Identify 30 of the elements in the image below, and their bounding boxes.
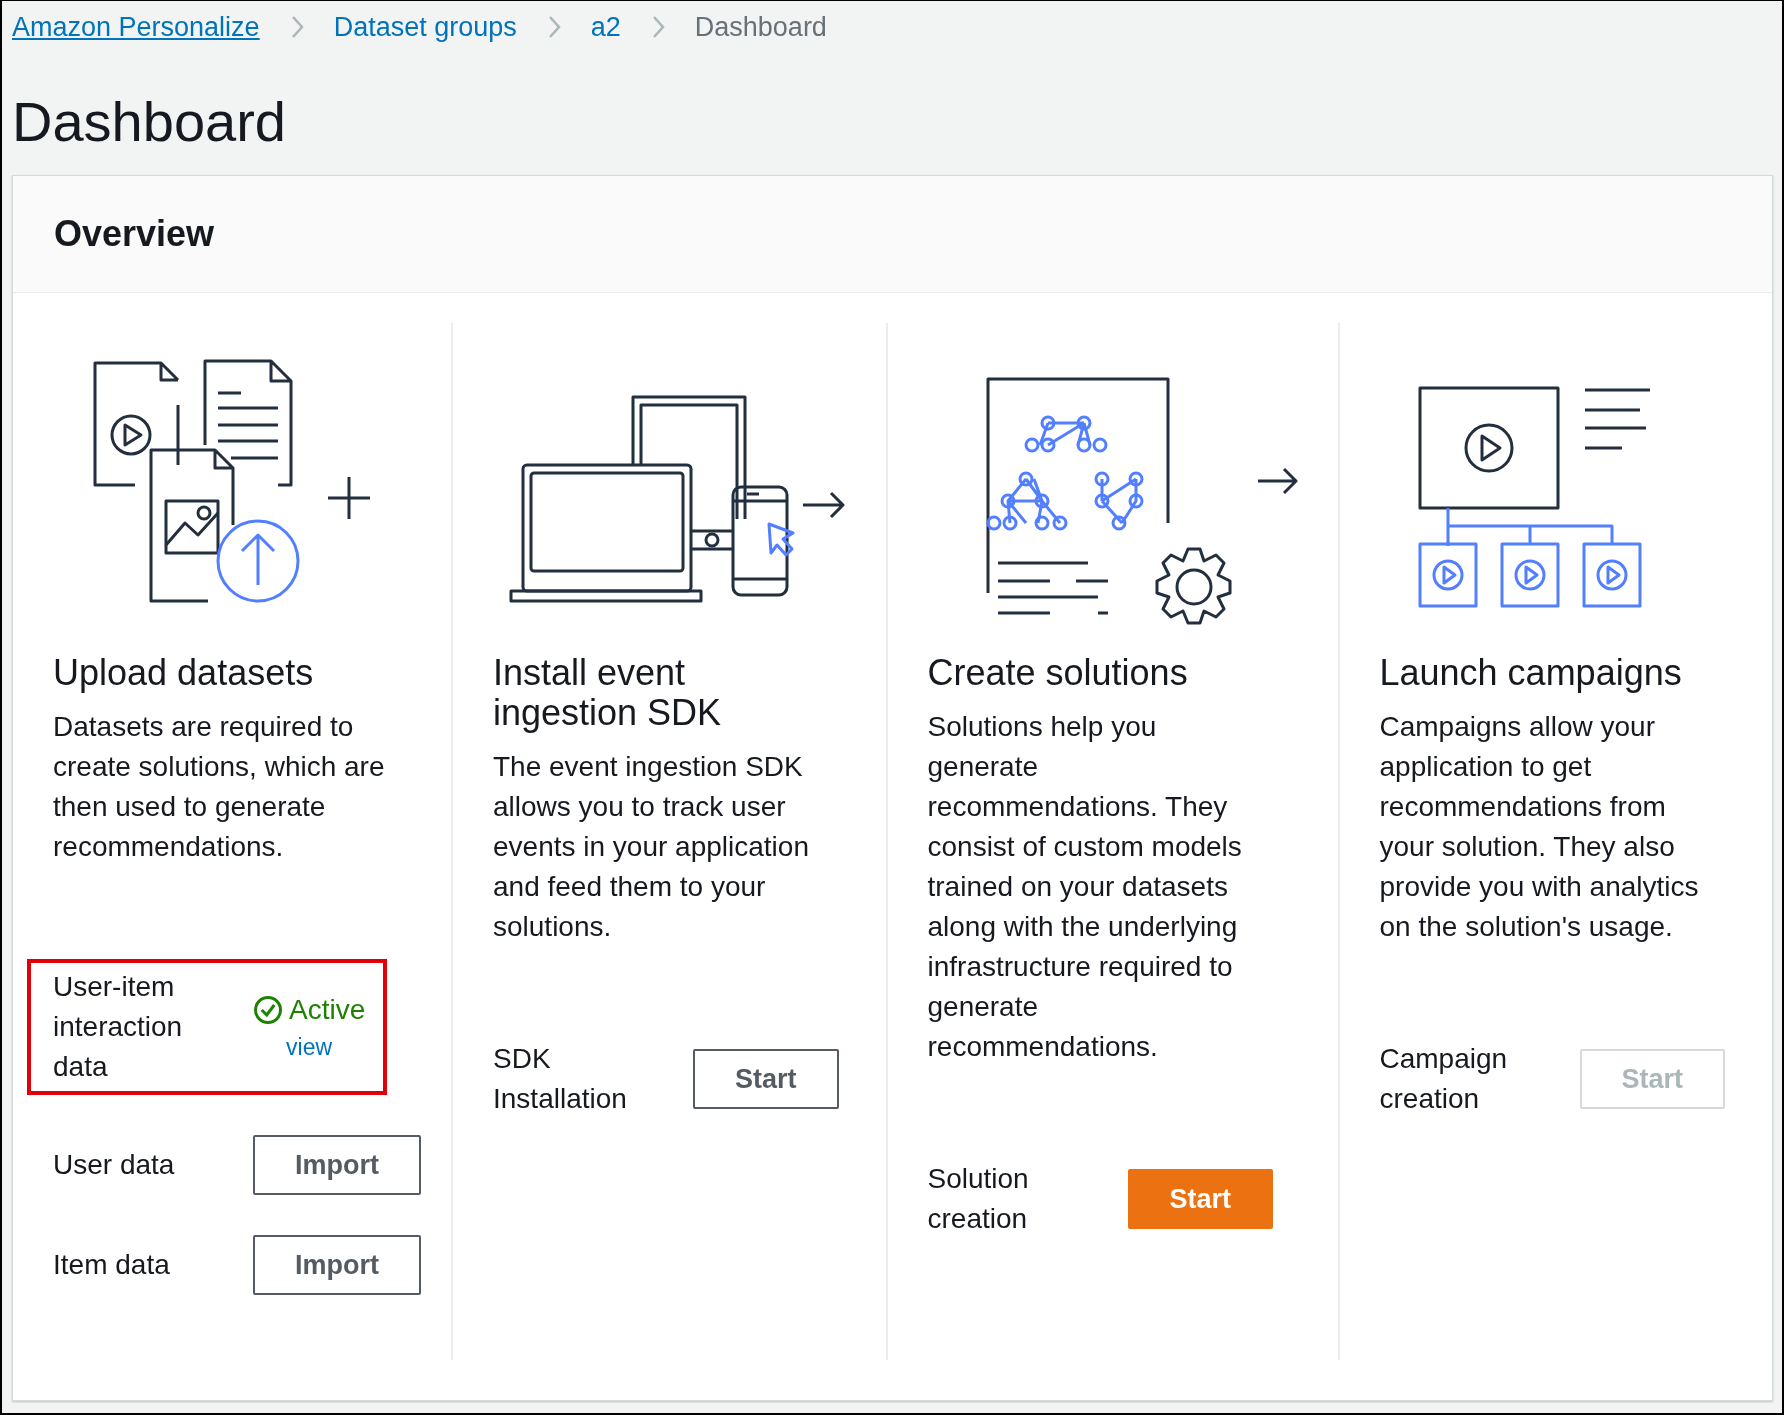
dataset-label: User-item interaction data bbox=[53, 970, 184, 1084]
card-title: Create solutions bbox=[927, 653, 1189, 693]
status-text: Active bbox=[289, 993, 366, 1026]
view-link[interactable]: view bbox=[286, 1033, 333, 1061]
action-button[interactable]: Start bbox=[693, 1049, 839, 1109]
card-description: Solutions help you generate recommendations. They consist of custom models trained on your datasets along with the underlying infrastructure required to generate recommendations. bbox=[927, 710, 1243, 1064]
chevron-right-icon bbox=[546, 15, 561, 39]
card-description: Datasets are required to create solutions, which are then used to generate recommendations. bbox=[53, 710, 386, 864]
primary-button[interactable]: Start bbox=[1127, 1169, 1273, 1229]
breadcrumb-link[interactable]: Amazon Personalize bbox=[12, 11, 260, 43]
page-title: Dashboard bbox=[12, 89, 287, 155]
breadcrumb-link[interactable]: a2 bbox=[590, 11, 621, 43]
chevron-right-icon bbox=[289, 15, 304, 39]
check-circle-icon bbox=[253, 994, 283, 1025]
chevron-right-icon bbox=[650, 15, 665, 39]
breadcrumb-link[interactable]: Dataset groups bbox=[333, 11, 517, 43]
action-label: Item data bbox=[53, 1248, 171, 1282]
action-label: Campaign creation bbox=[1379, 1042, 1509, 1116]
action-button[interactable]: Import bbox=[253, 1135, 421, 1195]
card-title: Install event ingestion SDK bbox=[493, 653, 723, 733]
card-description: Campaigns allow your application to get recommendations from your solution. They also provide you with analytics on the solution's usage. bbox=[1379, 710, 1700, 944]
action-button[interactable]: Import bbox=[253, 1235, 421, 1295]
card-title: Launch campaigns bbox=[1379, 653, 1683, 693]
action-label: User data bbox=[53, 1148, 176, 1182]
card-title: Upload datasets bbox=[53, 653, 315, 693]
action-label: Solution creation bbox=[927, 1162, 1030, 1236]
section-title: Overview bbox=[54, 213, 215, 255]
action-label: SDK Installation bbox=[493, 1042, 628, 1116]
breadcrumb-current: Dashboard bbox=[694, 11, 827, 43]
card-description: The event ingestion SDK allows you to track user events in your application and feed them to your solutions. bbox=[493, 750, 810, 944]
